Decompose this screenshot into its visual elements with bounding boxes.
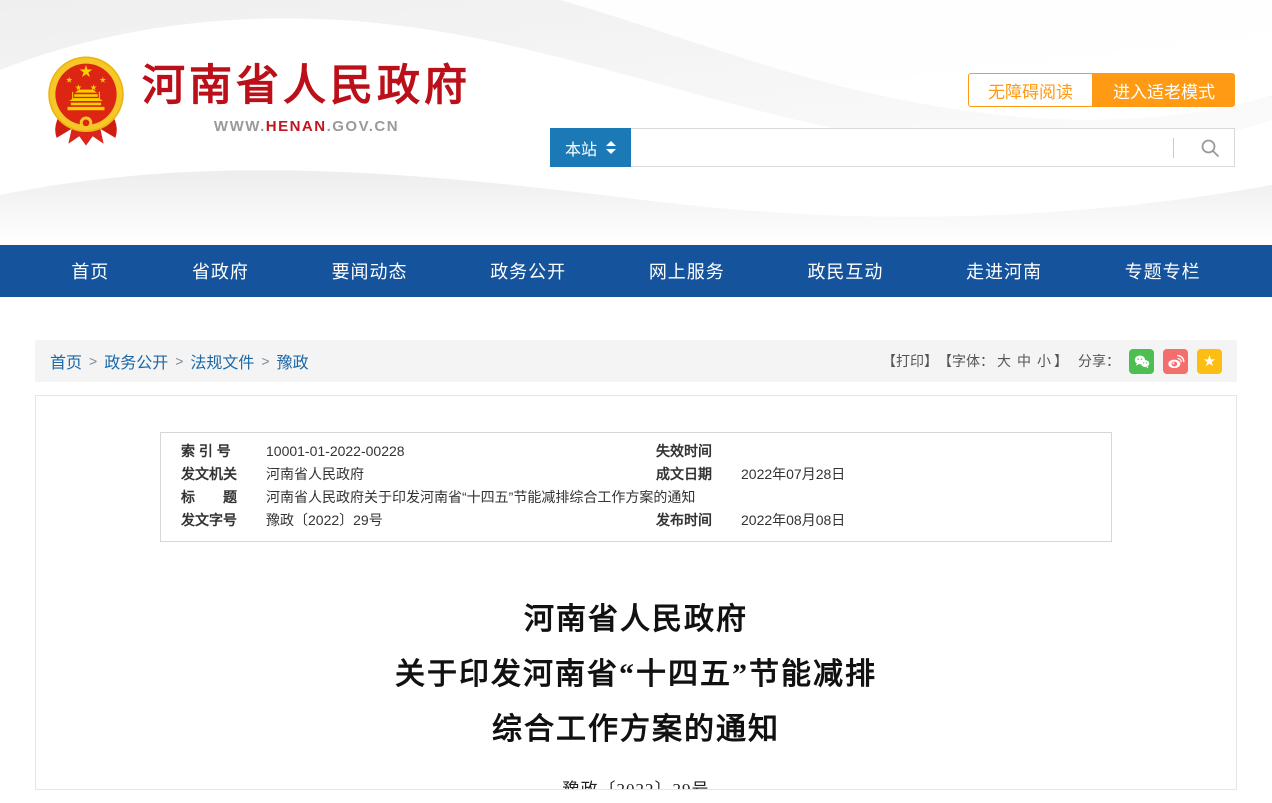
breadcrumb-separator: > <box>261 353 269 369</box>
nav-item-gov-info-disclosure[interactable]: 政务公开 <box>490 258 566 284</box>
site-logo[interactable]: 河南省人民政府 WWW.HENAN.GOV.CN <box>44 54 471 148</box>
site-url: WWW.HENAN.GOV.CN <box>142 118 471 135</box>
breadcrumb-item-gov-info[interactable]: 政务公开 <box>104 349 168 373</box>
search-input[interactable] <box>631 129 1173 166</box>
info-label-index-number: 索 引 号 <box>181 440 266 463</box>
site-url-highlight: HENAN <box>266 118 327 135</box>
search-button[interactable] <box>1186 129 1234 166</box>
wechat-bubbles-icon <box>1132 352 1151 371</box>
nav-item-home[interactable]: 首页 <box>71 258 109 284</box>
share-label: 分享： <box>1078 351 1120 371</box>
nav-item-about-henan[interactable]: 走进河南 <box>966 258 1042 284</box>
font-size-prefix: 【字体： <box>938 351 994 371</box>
font-size-suffix: 】 <box>1054 351 1068 371</box>
national-emblem-icon <box>44 54 128 148</box>
nav-item-news[interactable]: 要闻动态 <box>332 258 408 284</box>
nav-item-special-topics[interactable]: 专题专栏 <box>1125 258 1201 284</box>
elder-mode-button[interactable]: 进入适老模式 <box>1093 73 1235 107</box>
site-url-prefix: WWW. <box>214 118 266 135</box>
weibo-eye-icon <box>1166 352 1185 371</box>
info-label-date-written: 成文日期 <box>656 463 741 486</box>
wechat-share-icon[interactable] <box>1129 349 1154 374</box>
search-bar: 本站 <box>550 128 1235 167</box>
info-label-title: 标 题 <box>181 486 266 509</box>
site-url-suffix: .GOV.CN <box>327 118 399 135</box>
breadcrumb-bar: 首页 > 政务公开 > 法规文件 > 豫政 【打印】 【字体： 大 中 小 】 … <box>35 340 1237 382</box>
search-divider <box>1173 138 1174 158</box>
sort-arrows-icon <box>606 141 616 154</box>
breadcrumb-item-regulations[interactable]: 法规文件 <box>190 349 254 373</box>
print-button[interactable]: 【打印】 <box>882 351 938 371</box>
mode-buttons: 无障碍阅读 进入适老模式 <box>968 73 1235 107</box>
breadcrumb-separator: > <box>175 353 183 369</box>
nav-item-provincial-government[interactable]: 省政府 <box>192 258 249 284</box>
site-header: 河南省人民政府 WWW.HENAN.GOV.CN 无障碍阅读 进入适老模式 本站 <box>0 0 1272 245</box>
info-value-document-number: 豫政〔2022〕29号 <box>266 509 656 532</box>
info-label-publish-date: 发布时间 <box>656 509 741 532</box>
document-title-line-3: 综合工作方案的通知 <box>36 702 1236 757</box>
info-value-index-number: 10001-01-2022-00228 <box>266 440 656 463</box>
article-content: 索 引 号 10001-01-2022-00228 失效时间 发文机关 河南省人… <box>35 395 1237 790</box>
font-size-medium-button[interactable]: 中 <box>1017 351 1031 371</box>
page-tools: 【打印】 【字体： 大 中 小 】 分享： <box>882 349 1222 374</box>
accessibility-reading-button[interactable]: 无障碍阅读 <box>968 73 1093 107</box>
info-label-expiry-date: 失效时间 <box>656 440 741 463</box>
breadcrumb-separator: > <box>89 353 97 369</box>
document-title: 河南省人民政府 关于印发河南省“十四五”节能减排 综合工作方案的通知 <box>36 592 1236 757</box>
breadcrumb: 首页 > 政务公开 > 法规文件 > 豫政 <box>50 349 309 373</box>
breadcrumb-item-home[interactable]: 首页 <box>50 349 82 373</box>
document-number: 豫政〔2022〕29号 <box>36 775 1236 790</box>
info-value-date-written: 2022年07月28日 <box>741 463 1091 486</box>
info-value-expiry-date <box>741 440 1091 463</box>
info-value-publish-date: 2022年08月08日 <box>741 509 1091 532</box>
search-scope-dropdown[interactable]: 本站 <box>550 128 631 167</box>
info-label-document-number: 发文字号 <box>181 509 266 532</box>
search-scope-label: 本站 <box>565 136 597 160</box>
font-size-small-button[interactable]: 小 <box>1037 351 1051 371</box>
info-value-issuing-agency: 河南省人民政府 <box>266 463 656 486</box>
site-title: 河南省人民政府 <box>142 62 471 111</box>
document-title-line-1: 河南省人民政府 <box>36 592 1236 647</box>
document-info-table: 索 引 号 10001-01-2022-00228 失效时间 发文机关 河南省人… <box>160 432 1112 542</box>
logo-text: 河南省人民政府 WWW.HENAN.GOV.CN <box>142 54 471 135</box>
nav-item-online-services[interactable]: 网上服务 <box>649 258 725 284</box>
weibo-share-icon[interactable] <box>1163 349 1188 374</box>
nav-item-public-interaction[interactable]: 政民互动 <box>807 258 883 284</box>
main-navigation: 首页 省政府 要闻动态 政务公开 网上服务 政民互动 走进河南 专题专栏 <box>0 245 1272 297</box>
search-icon <box>1200 138 1220 158</box>
font-size-large-button[interactable]: 大 <box>997 351 1011 371</box>
favorite-star-icon[interactable]: ★ <box>1197 349 1222 374</box>
breadcrumb-item-yuzheng[interactable]: 豫政 <box>277 349 309 373</box>
info-value-title: 河南省人民政府关于印发河南省“十四五”节能减排综合工作方案的通知 <box>266 486 1091 509</box>
document-title-line-2: 关于印发河南省“十四五”节能减排 <box>36 647 1236 702</box>
info-label-issuing-agency: 发文机关 <box>181 463 266 486</box>
